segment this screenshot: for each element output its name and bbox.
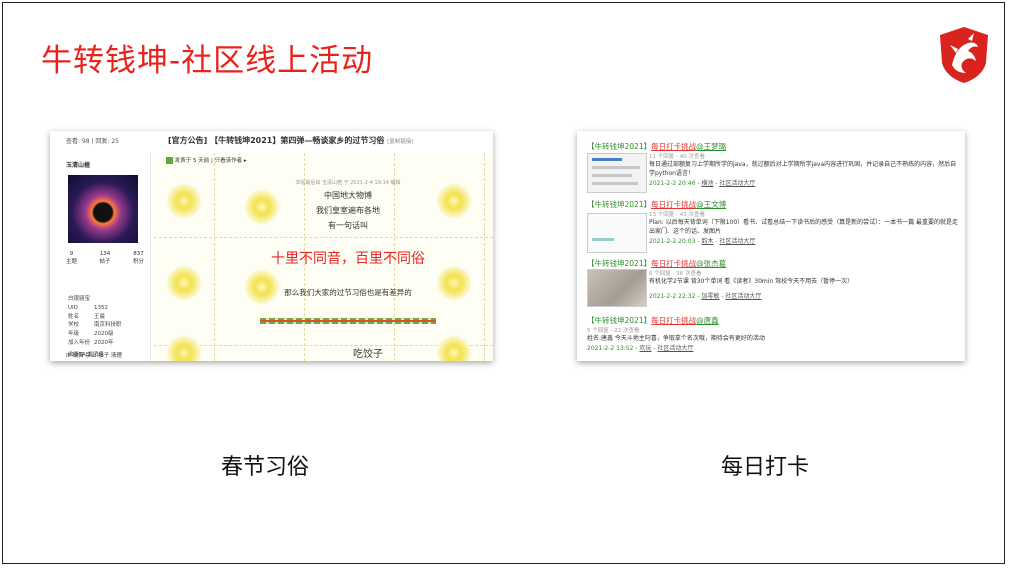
checkin-list-screenshot: 【牛转钱坤2021】每日打卡挑战@王梦璐 11 个回复 - 40 次查看 每日通… bbox=[577, 131, 965, 361]
board-link[interactable]: 社区活动大厅 bbox=[657, 345, 693, 352]
post-line: 那么我们大家的过节习俗也是有差异的 bbox=[284, 288, 412, 297]
post-content: 发表于 5 天前 | 只看该作者 ▸ 本帖最后由 玉清山楂 于 2021-2-4… bbox=[154, 153, 493, 361]
item-meta: 11 个回复 - 40 次查看 bbox=[649, 154, 705, 160]
decorative-divider bbox=[260, 318, 436, 324]
item-title[interactable]: 【牛转钱坤2021】每日打卡挑战@张杰葛 bbox=[587, 258, 959, 269]
info-uid: UID 1352 bbox=[68, 304, 108, 311]
item-date: 2021-2-2 13:52 - 欢玩 - 社区活动大厅 bbox=[587, 345, 694, 352]
post-title-text: [官方公告] 【牛转钱坤2021】第四弹—畅谈家乡的过节习俗 bbox=[168, 136, 385, 145]
flower-decoration bbox=[166, 183, 202, 219]
stat-posts[interactable]: 134 帖子 bbox=[99, 251, 110, 265]
flower-decoration bbox=[166, 335, 202, 361]
slide: 牛转钱坤-社区线上活动 查看: 98 | 回复: 25 [官方公告] 【牛转钱坤… bbox=[2, 2, 1005, 564]
author-stats: 9 主题 134 帖子 837 积分 bbox=[66, 251, 144, 265]
author-link[interactable]: 加零敏 bbox=[701, 293, 719, 300]
board-link[interactable]: 社区活动大厅 bbox=[719, 238, 755, 245]
post-title[interactable]: [官方公告] 【牛转钱坤2021】第四弹—畅谈家乡的过节习俗 [复制链接] bbox=[168, 135, 413, 146]
item-date: 2021-2-2 22:32 - 加零敏 - 社区活动大厅 bbox=[649, 293, 762, 300]
checkin-item[interactable]: 【牛转钱坤2021】每日打卡挑战@张杰葛 6 个回复 - 36 次查看 有机化学… bbox=[587, 258, 959, 300]
author-info: 白银骑宝 UID 1352 姓名 王晨 学校 南京科技职 年级 2020级 加入年份 20… bbox=[68, 295, 122, 360]
post-line: 我们皇室遍布各地 bbox=[316, 206, 380, 215]
edit-note: 本帖最后由 玉清山楂 于 2021-2-4 19:14 编辑 bbox=[295, 180, 401, 186]
flower-decoration bbox=[436, 265, 472, 301]
avatar[interactable] bbox=[68, 175, 138, 243]
user-icon bbox=[166, 157, 173, 164]
post-toolbar[interactable]: 发表于 5 天前 | 只看该作者 ▸ bbox=[166, 156, 247, 164]
checkin-item[interactable]: 【牛转钱坤2021】每日打卡挑战@王梦璐 11 个回复 - 40 次查看 每日通… bbox=[587, 141, 959, 187]
item-meta: 6 个回复 - 36 次查看 bbox=[649, 271, 702, 277]
flower-decoration bbox=[436, 183, 472, 219]
item-body: 每日通过部额复习上学期所学的java，就过额后对上学期所学java内容进行巩固，… bbox=[649, 161, 957, 177]
item-body: Plan: 以后每天背单词（下限100）看书、试看总结一下读书后的感受（算是新的… bbox=[649, 219, 959, 235]
item-title[interactable]: 【牛转钱坤2021】每日打卡挑战@唐鑫 bbox=[587, 315, 959, 326]
author-name[interactable]: 玉清山楂 bbox=[66, 160, 90, 169]
copy-link[interactable]: [复制链接] bbox=[387, 139, 413, 145]
post-line: 中国地大物博 bbox=[324, 191, 372, 200]
item-meta: 5 个回复 - 22 次查看 bbox=[587, 328, 640, 334]
item-date: 2021-2-2 20:03 - 韵木 - 社区活动大厅 bbox=[649, 238, 756, 245]
item-body: 姓名:唐鑫 今天斗地主叼喜，争取拿个名次哦，期待会有更好的活动 bbox=[587, 335, 765, 342]
flower-decoration bbox=[166, 265, 202, 301]
moderation-links[interactable]: IP 编辑 禁止 帖子 清理 bbox=[66, 351, 122, 359]
item-body: 有机化学2节课 背30个单词 看《读者》30min 驾校今天不用去（暂停一次） bbox=[649, 278, 854, 285]
board-link[interactable]: 社区活动大厅 bbox=[725, 293, 761, 300]
slide-title: 牛转钱坤-社区线上活动 bbox=[41, 43, 374, 79]
post-line: 吃饺子 bbox=[353, 349, 383, 360]
author-sidebar: 玉清山楂 9 主题 134 帖子 837 积分 白银骑宝 UID 1352 姓名 王晨 学… bbox=[54, 153, 151, 361]
stat-topics[interactable]: 9 主题 bbox=[66, 251, 77, 265]
checkin-item[interactable]: 【牛转钱坤2021】每日打卡挑战@唐鑫 5 个回复 - 22 次查看 姓名:唐鑫… bbox=[587, 315, 959, 352]
checkin-item[interactable]: 【牛转钱坤2021】每日打卡挑战@王文博 13 个回复 - 43 次查看 Pla… bbox=[587, 199, 959, 245]
info-grade: 年级 2020级 bbox=[68, 331, 114, 338]
author-rank: 白银骑宝 bbox=[68, 296, 91, 302]
caption-right: 每日打卡 bbox=[721, 455, 810, 480]
info-joined: 加入年份 2020年 bbox=[68, 339, 114, 346]
item-meta: 13 个回复 - 43 次查看 bbox=[649, 212, 705, 218]
stat-points[interactable]: 837 积分 bbox=[133, 251, 144, 265]
msi-dragon-logo bbox=[940, 27, 988, 83]
item-title[interactable]: 【牛转钱坤2021】每日打卡挑战@王文博 bbox=[587, 199, 959, 210]
author-link[interactable]: 欢玩 bbox=[639, 345, 651, 352]
caption-left: 春节习俗 bbox=[221, 455, 310, 480]
info-name: 姓名 王晨 bbox=[68, 313, 106, 320]
post-line: 有一句话叫 bbox=[328, 221, 368, 230]
author-link[interactable]: 横池 bbox=[701, 180, 713, 187]
flower-decoration bbox=[244, 269, 280, 305]
board-link[interactable]: 社区活动大厅 bbox=[719, 180, 755, 187]
author-link[interactable]: 韵木 bbox=[701, 238, 713, 245]
info-school: 学校 南京科技职 bbox=[68, 322, 122, 329]
highlight-text: 十里不同音，百里不同俗 bbox=[271, 251, 425, 267]
forum-post-screenshot: 查看: 98 | 回复: 25 [官方公告] 【牛转钱坤2021】第四弹—畅谈家… bbox=[50, 131, 493, 361]
flower-decoration bbox=[436, 335, 472, 361]
flower-decoration bbox=[244, 189, 280, 225]
item-title[interactable]: 【牛转钱坤2021】每日打卡挑战@王梦璐 bbox=[587, 141, 959, 152]
item-date: 2021-2-2 20:46 - 横池 - 社区活动大厅 bbox=[649, 180, 756, 187]
view-reply-stats: 查看: 98 | 回复: 25 bbox=[66, 138, 119, 145]
